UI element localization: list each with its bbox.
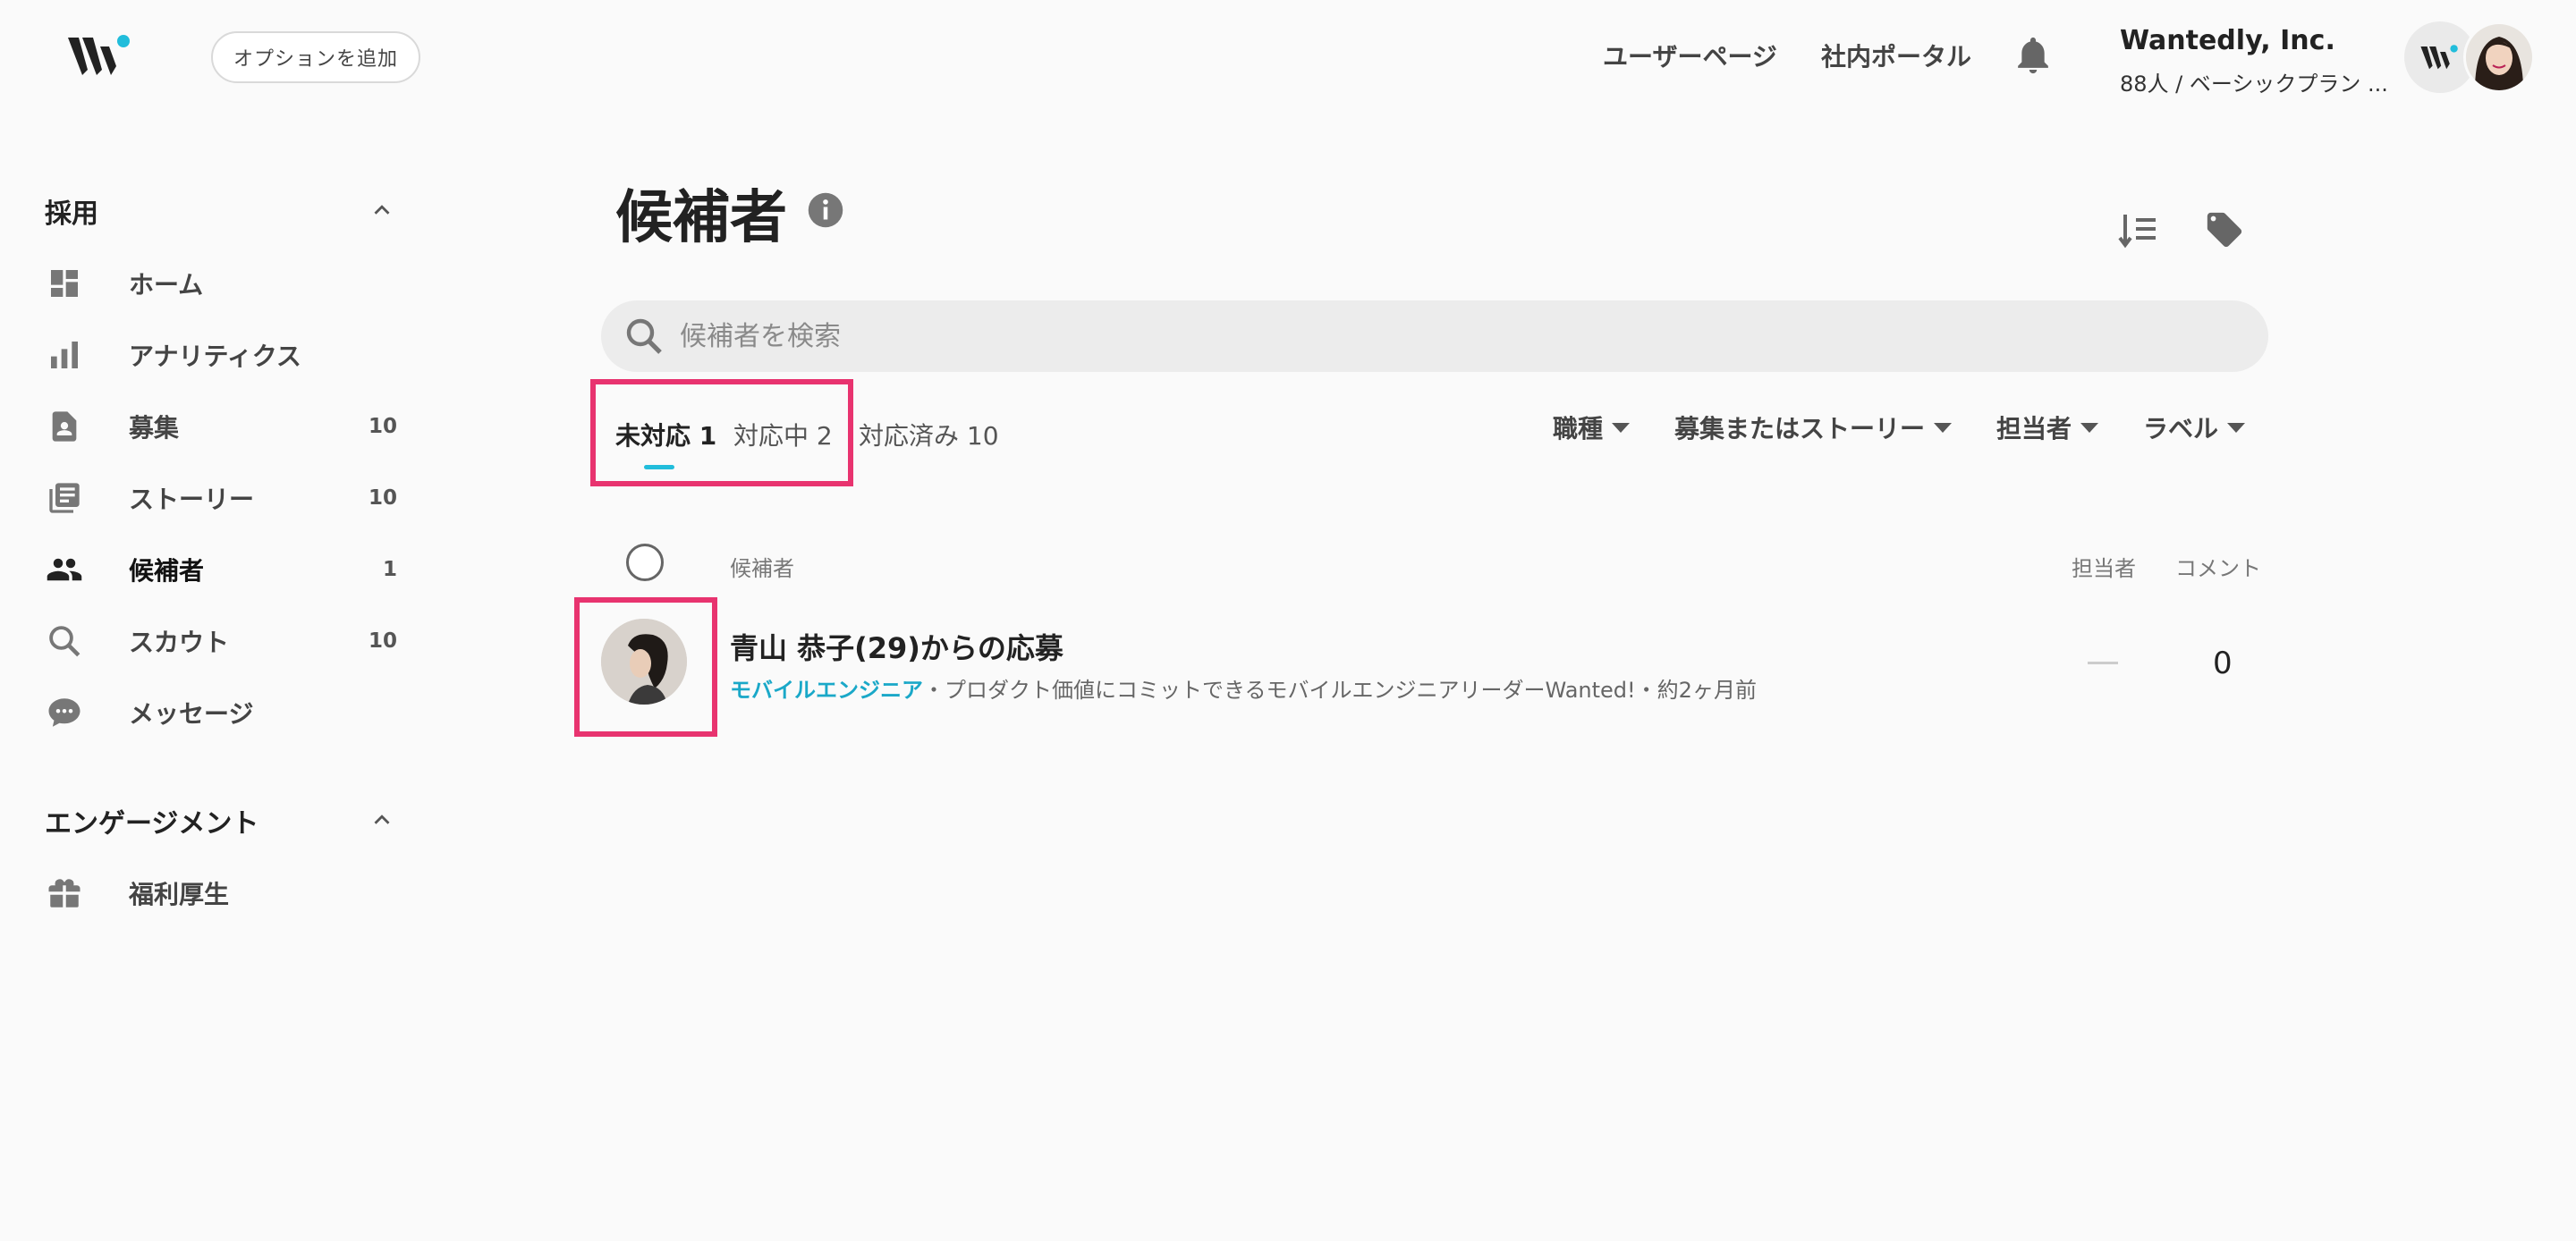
chevron-up-icon[interactable] bbox=[369, 197, 395, 224]
separator: ・ bbox=[923, 678, 945, 703]
filter-job-or-story[interactable]: 募集またはストーリー bbox=[1674, 409, 1953, 445]
column-header-assignee: 担当者 bbox=[2072, 556, 2136, 581]
sidebar-item-scout[interactable]: スカウト 10 bbox=[43, 613, 397, 669]
sidebar-item-count: 10 bbox=[368, 486, 397, 510]
tab-completed[interactable]: 対応済み 10 bbox=[859, 417, 999, 452]
wantedly-logo[interactable] bbox=[64, 30, 136, 80]
column-header-comment: コメント bbox=[2175, 556, 2261, 581]
sidebar-item-jobs[interactable]: 募集 10 bbox=[43, 399, 397, 454]
bell-icon[interactable] bbox=[2012, 36, 2054, 77]
tag-icon[interactable] bbox=[2204, 209, 2245, 250]
sidebar-item-label: メッセージ bbox=[129, 699, 254, 729]
candidate-assignee-empty[interactable] bbox=[2088, 662, 2118, 664]
people-icon bbox=[43, 548, 86, 591]
company-plan: 88人 / ベーシックプラン ... bbox=[2120, 72, 2388, 97]
sidebar-section-recruiting: 採用 bbox=[45, 198, 98, 230]
sidebar-item-stories[interactable]: ストーリー 10 bbox=[43, 470, 397, 526]
page-title: 候補者 bbox=[615, 185, 787, 251]
user-avatar[interactable] bbox=[2463, 21, 2535, 93]
chevron-up-icon[interactable] bbox=[369, 806, 395, 833]
sidebar-item-benefits[interactable]: 福利厚生 bbox=[43, 865, 397, 921]
candidate-name-link[interactable]: 青山 恭子(29)からの応募 bbox=[730, 626, 1063, 667]
column-header-candidate: 候補者 bbox=[730, 556, 794, 581]
sidebar-item-analytics[interactable]: アナリティクス bbox=[43, 327, 397, 383]
chat-bubble-icon bbox=[43, 691, 86, 734]
sort-icon[interactable] bbox=[2116, 209, 2159, 252]
search-input[interactable] bbox=[680, 320, 2268, 352]
sidebar-item-messages[interactable]: メッセージ bbox=[43, 685, 397, 740]
search-bar[interactable] bbox=[601, 300, 2268, 372]
caret-down-icon bbox=[2080, 422, 2099, 433]
job-post-icon bbox=[43, 405, 86, 448]
separator: ・ bbox=[1635, 678, 1657, 703]
candidate-details: モバイルエンジニア・プロダクト価値にコミットできるモバイルエンジニアリーダーWa… bbox=[730, 672, 1757, 704]
filter-label-tag[interactable]: ラベル bbox=[2143, 409, 2246, 445]
info-icon[interactable] bbox=[807, 191, 844, 229]
filter-label: 職種 bbox=[1553, 414, 1604, 443]
search-icon bbox=[623, 315, 665, 358]
internal-portal-link[interactable]: 社内ポータル bbox=[1821, 38, 1971, 73]
sidebar-item-label: スカウト bbox=[129, 628, 230, 657]
bar-chart-icon bbox=[43, 333, 86, 376]
stories-icon bbox=[43, 477, 86, 519]
sidebar-item-home[interactable]: ホーム bbox=[43, 256, 397, 311]
sidebar-item-label: アナリティクス bbox=[129, 342, 301, 371]
sidebar-item-count: 10 bbox=[368, 415, 397, 438]
add-option-button[interactable]: オプションを追加 bbox=[211, 31, 420, 83]
sidebar-item-candidates[interactable]: 候補者 1 bbox=[43, 542, 397, 597]
sidebar-item-label: 候補者 bbox=[129, 556, 205, 586]
filter-job-type[interactable]: 職種 bbox=[1553, 409, 1631, 445]
sidebar-item-label: ストーリー bbox=[129, 485, 255, 514]
caret-down-icon bbox=[2227, 422, 2246, 433]
dashboard-icon bbox=[43, 262, 86, 305]
highlight-box-tabs bbox=[590, 379, 853, 486]
filter-label: 担当者 bbox=[1996, 414, 2072, 443]
user-page-link[interactable]: ユーザーページ bbox=[1603, 38, 1777, 73]
filter-assignee[interactable]: 担当者 bbox=[1996, 409, 2099, 445]
sidebar-section-engagement: エンゲージメント bbox=[45, 808, 259, 840]
sidebar-item-count: 10 bbox=[368, 629, 397, 653]
highlight-box-avatar bbox=[574, 597, 717, 737]
company-name[interactable]: Wantedly, Inc. bbox=[2120, 25, 2335, 56]
caret-down-icon bbox=[1612, 422, 1631, 433]
filter-label: ラベル bbox=[2143, 414, 2219, 443]
candidate-comment-count: 0 bbox=[2213, 646, 2233, 681]
select-all-checkbox[interactable] bbox=[626, 544, 664, 581]
candidate-job-link[interactable]: モバイルエンジニア bbox=[730, 678, 923, 703]
search-icon bbox=[43, 620, 86, 663]
filter-label: 募集またはストーリー bbox=[1674, 414, 1926, 443]
caret-down-icon bbox=[1934, 422, 1953, 433]
sidebar-item-count: 1 bbox=[382, 558, 397, 581]
sidebar-item-label: 募集 bbox=[129, 413, 180, 443]
sidebar-item-label: 福利厚生 bbox=[129, 880, 230, 909]
candidate-post-title[interactable]: プロダクト価値にコミットできるモバイルエンジニアリーダーWanted! bbox=[945, 678, 1636, 703]
sidebar-item-label: ホーム bbox=[129, 270, 204, 300]
candidate-applied-time: 約2ヶ月前 bbox=[1657, 678, 1757, 703]
gift-icon bbox=[43, 872, 86, 915]
